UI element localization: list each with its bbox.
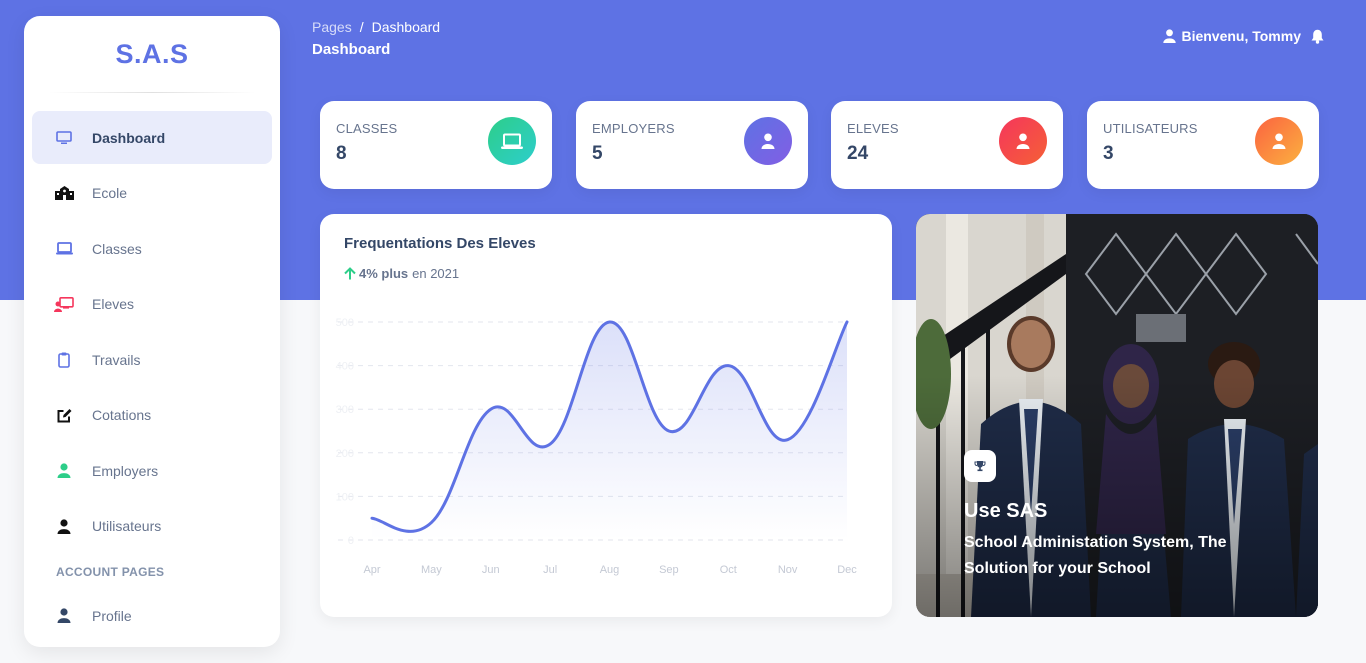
user-icon <box>999 117 1047 165</box>
stat-label: EMPLOYERS <box>592 121 675 136</box>
breadcrumb-root[interactable]: Pages <box>312 19 352 35</box>
trophy-icon <box>964 450 996 482</box>
sidebar-item-label: Classes <box>92 240 142 257</box>
chart-x-tick-label: Aug <box>600 564 620 576</box>
laptop-icon <box>488 117 536 165</box>
stat-value: 5 <box>592 143 603 164</box>
sidebar-item-label: Ecole <box>92 185 128 201</box>
stat-label: UTILISATEURS <box>1103 121 1198 136</box>
sidebar-item-travails[interactable]: Travails <box>32 333 272 386</box>
promo-text: School Administation System, The Solutio… <box>964 534 1227 577</box>
chart-x-tick-label: Jun <box>482 564 500 576</box>
sidebar-nav: Dashboard Ecole Classes Eleves Travails <box>32 111 272 645</box>
chart-x-tick-label: Nov <box>778 564 798 576</box>
user-greeting[interactable]: Bienvenu, Tommy <box>1181 28 1301 44</box>
chart-x-tick-label: Oct <box>720 564 737 576</box>
chart-x-tick-label: Apr <box>363 564 380 576</box>
chart-x-tick-label: Jul <box>543 564 557 576</box>
laptop-icon <box>54 239 74 259</box>
profile-icon <box>54 606 74 626</box>
sidebar-item-eleves[interactable]: Eleves <box>32 278 272 331</box>
brand-divider <box>48 92 256 93</box>
sidebar-item-classes[interactable]: Classes <box>32 222 272 275</box>
user-menu[interactable]: Bienvenu, Tommy <box>1163 28 1324 44</box>
clipboard-icon <box>54 350 74 370</box>
attendance-chart-card: Frequentations Des Eleves 4% plus en 202… <box>320 214 892 617</box>
chart-y-tick-label: 500 <box>336 317 354 329</box>
sidebar-item-label: Dashboard <box>92 129 166 146</box>
sidebar-item-label: Profile <box>92 607 132 624</box>
sidebar-item-cotations[interactable]: Cotations <box>32 389 272 442</box>
sidebar-section-title: ACCOUNT PAGES <box>56 565 165 579</box>
stat-label: ELEVES <box>847 121 899 136</box>
promo-title: Use SAS <box>964 500 1048 522</box>
stat-card-employers[interactable]: EMPLOYERS 5 <box>576 101 808 189</box>
chart-x-tick-label: Sep <box>659 564 679 576</box>
stat-value: 24 <box>847 143 869 164</box>
stat-value: 3 <box>1103 143 1114 164</box>
breadcrumb-separator: / <box>359 19 364 35</box>
school-icon <box>54 183 74 203</box>
chart-y-tick-label: 400 <box>336 361 354 373</box>
students-icon <box>54 294 74 314</box>
brand-logo[interactable]: S.A.S <box>24 16 280 92</box>
bell-icon[interactable] <box>1311 29 1324 44</box>
chart-y-tick-label: 200 <box>336 448 354 460</box>
sidebar-item-dashboard[interactable]: Dashboard <box>32 111 272 164</box>
user-icon <box>1255 117 1303 165</box>
edit-icon <box>54 405 74 425</box>
stat-card-utilisateurs[interactable]: UTILISATEURS 3 <box>1087 101 1319 189</box>
sidebar-item-label: Travails <box>92 351 141 368</box>
promo-card[interactable]: Use SAS School Administation System, The… <box>916 214 1318 617</box>
user-icon <box>54 516 74 536</box>
user-icon <box>744 117 792 165</box>
sidebar-item-label: Utilisateurs <box>92 518 162 534</box>
page-title: Dashboard <box>312 41 391 58</box>
sidebar: S.A.S Dashboard Ecole Classes Eleves Tra… <box>24 16 280 647</box>
sidebar-item-ecole[interactable]: Ecole <box>32 167 272 220</box>
chart-y-tick-label: 300 <box>336 404 354 416</box>
sidebar-item-employers[interactable]: Employers <box>32 444 272 497</box>
attendance-chart: 0 100 200 300 400 500 Apr May Jun Jul Aug Sep Oct Nov… <box>336 317 858 576</box>
sidebar-item-utilisateurs[interactable]: Utilisateurs <box>32 500 272 553</box>
user-icon <box>54 461 74 481</box>
stat-label: CLASSES <box>336 121 398 136</box>
chart-y-tick-label: 0 <box>348 535 354 547</box>
chart-x-tick-label: Dec <box>837 564 857 576</box>
chart-y-tick-label: 100 <box>336 491 354 503</box>
monitor-icon <box>54 128 74 148</box>
sidebar-item-label: Employers <box>92 462 159 479</box>
breadcrumb-current: Dashboard <box>371 19 441 35</box>
sidebar-item-label: Cotations <box>92 407 152 423</box>
stat-card-eleves[interactable]: ELEVES 24 <box>831 101 1063 189</box>
user-icon <box>1163 29 1177 43</box>
chart-x-tick-label: May <box>421 564 442 576</box>
stat-card-classes[interactable]: CLASSES 8 <box>320 101 552 189</box>
breadcrumb: Pages / Dashboard <box>312 19 440 35</box>
sidebar-item-label: Eleves <box>92 296 135 312</box>
sidebar-item-profile[interactable]: Profile <box>32 589 272 642</box>
stat-value: 8 <box>336 143 347 164</box>
